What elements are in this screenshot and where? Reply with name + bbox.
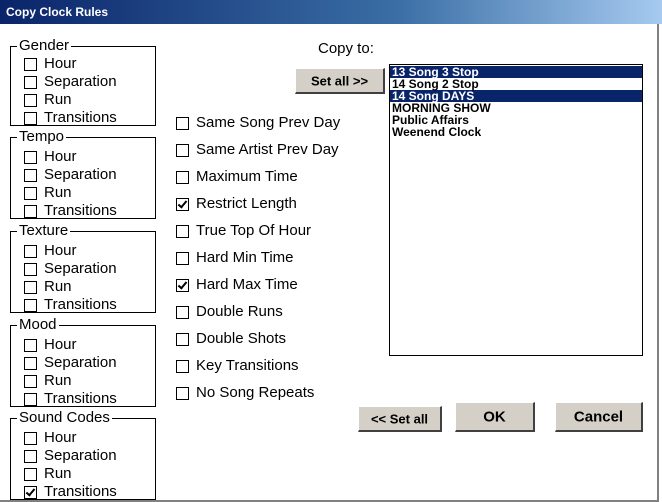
checkbox-label: Separation — [44, 166, 117, 183]
set-all-left-label: << Set all — [370, 411, 429, 426]
checkbox-label: Run — [44, 372, 72, 389]
checkbox-box[interactable] — [176, 198, 189, 211]
copy-to-label: Copy to: — [318, 40, 374, 57]
checkbox-label: Key Transitions — [196, 357, 299, 374]
checkbox-label: Hour — [44, 55, 77, 72]
checkbox-box[interactable] — [24, 76, 37, 89]
set-all-left-button[interactable]: << Set all — [358, 406, 442, 432]
checkbox-box[interactable] — [24, 245, 37, 258]
checkbox-label: Run — [44, 91, 72, 108]
checkbox-label: Run — [44, 278, 72, 295]
checkbox-label: True Top Of Hour — [196, 222, 312, 239]
ok-button[interactable]: OK — [455, 402, 535, 432]
checkbox-box[interactable] — [24, 94, 37, 107]
checkbox-label: Restrict Length — [196, 195, 297, 212]
checkbox-box[interactable] — [176, 360, 189, 373]
checkbox-box[interactable] — [24, 299, 37, 312]
checkbox-box[interactable] — [24, 151, 37, 164]
checkbox-box[interactable] — [24, 187, 37, 200]
checkbox-label: Transitions — [44, 109, 117, 126]
checkbox-label: Transitions — [44, 483, 117, 500]
checkbox-label: Transitions — [44, 296, 117, 313]
checkbox-box[interactable] — [24, 281, 37, 294]
checkbox-box[interactable] — [24, 393, 37, 406]
checkbox-box[interactable] — [24, 450, 37, 463]
checkbox-label: Run — [44, 184, 72, 201]
checkbox-label: Transitions — [44, 390, 117, 407]
checkbox-box[interactable] — [24, 112, 37, 125]
window-title: Copy Clock Rules — [6, 5, 109, 19]
copy-to-listbox[interactable]: 13 Song 3 Stop 14 Song 2 Stop 14 Song DAYS… — [389, 64, 643, 356]
group-legend-tempo: Tempo — [17, 128, 67, 146]
title-bar: Copy Clock Rules — [0, 0, 662, 24]
checkbox-label: Maximum Time — [196, 168, 298, 185]
checkbox-box[interactable] — [176, 252, 189, 265]
checkbox-box[interactable] — [24, 468, 37, 481]
checkbox-label: Same Song Prev Day — [196, 114, 341, 131]
checkbox-label: Double Runs — [196, 303, 283, 320]
checkbox-box[interactable] — [24, 169, 37, 182]
cancel-button[interactable]: Cancel — [555, 402, 643, 432]
checkbox-box[interactable] — [176, 117, 189, 130]
cancel-label: Cancel — [573, 408, 624, 425]
checkbox-box[interactable] — [176, 144, 189, 157]
checkbox-box[interactable] — [24, 263, 37, 276]
checkbox-box[interactable] — [176, 306, 189, 319]
checkbox-label: Hour — [44, 148, 77, 165]
checkbox-label: Separation — [44, 354, 117, 371]
set-all-right-button[interactable]: Set all >> — [295, 68, 385, 94]
set-all-right-label: Set all >> — [310, 73, 369, 88]
checkbox-box[interactable] — [176, 225, 189, 238]
checkbox-label: Transitions — [44, 202, 117, 219]
group-legend-gender: Gender — [17, 37, 72, 55]
ok-label: OK — [483, 408, 506, 425]
checkbox-box[interactable] — [24, 58, 37, 71]
group-legend-mood: Mood — [17, 316, 59, 334]
checkbox-label: Hour — [44, 429, 77, 446]
checkbox-label: Same Artist Prev Day — [196, 141, 339, 158]
checkbox-box[interactable] — [24, 486, 37, 499]
checkbox-box[interactable] — [176, 279, 189, 292]
group-legend-sound-codes: Sound Codes — [17, 409, 112, 427]
checkbox-label: Separation — [44, 447, 117, 464]
checkbox-label: Hour — [44, 336, 77, 353]
checkbox-label: Hard Min Time — [196, 249, 294, 266]
checkbox-label: Hard Max Time — [196, 276, 298, 293]
checkbox-box[interactable] — [24, 357, 37, 370]
checkbox-box[interactable] — [176, 387, 189, 400]
checkbox-label: No Song Repeats — [196, 384, 315, 401]
checkbox-box[interactable] — [24, 375, 37, 388]
checkbox-box[interactable] — [24, 205, 37, 218]
checkbox-label: Run — [44, 465, 72, 482]
dialog-body: Gender Tempo Texture Mood Sound Codes Ho… — [0, 24, 659, 502]
checkbox-label: Double Shots — [196, 330, 287, 347]
checkbox-label: Separation — [44, 260, 117, 277]
checkbox-box[interactable] — [176, 171, 189, 184]
checkbox-label: Hour — [44, 242, 77, 259]
list-item[interactable]: Weenend Clock — [390, 126, 642, 138]
checkbox-box[interactable] — [24, 432, 37, 445]
checkbox-label: Separation — [44, 73, 117, 90]
group-legend-texture: Texture — [17, 222, 71, 240]
checkbox-box[interactable] — [176, 333, 189, 346]
checkbox-box[interactable] — [24, 339, 37, 352]
